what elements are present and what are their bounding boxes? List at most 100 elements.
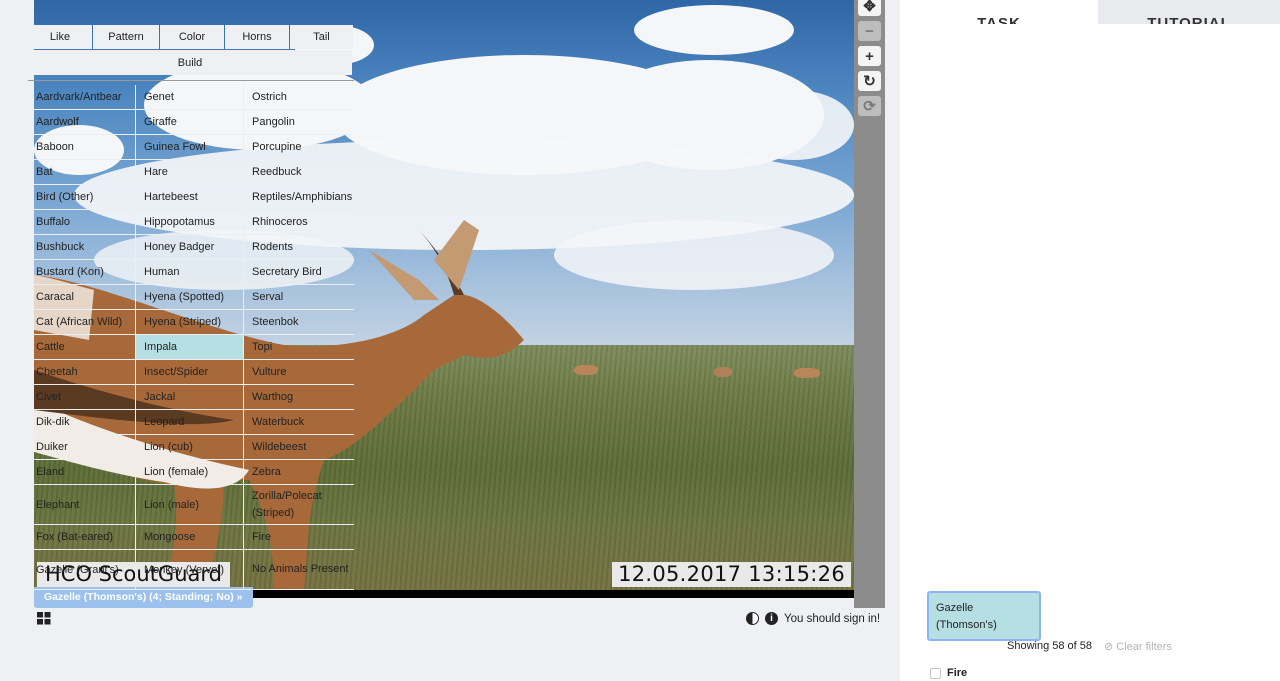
fire-label: Fire — [947, 667, 968, 679]
species-button[interactable]: Fox (Bat-eared) — [28, 525, 136, 549]
species-button[interactable]: Mongoose — [136, 525, 244, 549]
tab-tutorial[interactable]: TUTORIAL — [1098, 0, 1280, 24]
species-button[interactable]: Fire — [244, 525, 352, 549]
species-button[interactable]: Rodents — [244, 235, 352, 259]
species-button-selected[interactable]: Gazelle (Thomson's) — [927, 591, 1041, 641]
species-button[interactable]: Duiker — [28, 435, 136, 459]
species-button[interactable]: Lion (male) — [136, 485, 244, 524]
filter-horns-button[interactable]: Horns — [225, 25, 289, 49]
species-button[interactable]: Civet — [28, 385, 136, 409]
species-button[interactable]: Baboon — [28, 135, 136, 159]
species-button[interactable]: Secretary Bird — [244, 260, 352, 284]
info-icon[interactable]: i — [765, 612, 778, 625]
species-row: Cattle Impala Topi — [28, 335, 354, 360]
viewer-controls-strip — [854, 0, 885, 608]
signin-notice: i You should sign in! — [746, 612, 880, 625]
filter-color-button[interactable]: Color — [160, 25, 224, 49]
species-button[interactable]: Impala — [136, 335, 244, 359]
filter-like-button[interactable]: Like — [28, 25, 92, 49]
species-button[interactable]: Topi — [244, 335, 352, 359]
grid-icon[interactable] — [37, 612, 51, 625]
species-button[interactable]: No Animals Present — [244, 550, 352, 589]
selected-species-tag[interactable]: Gazelle (Thomson's) (4; Standing; No) » — [34, 587, 253, 608]
species-button[interactable]: Rhinoceros — [244, 210, 352, 234]
species-list: Aardvark/Antbear Genet Ostrich Aardwolf Gira… — [28, 85, 354, 590]
species-button[interactable]: Serval — [244, 285, 352, 309]
species-row: Aardvark/Antbear Genet Ostrich — [28, 85, 354, 110]
species-row: Gazelle (Grant's) Monkey (Vervet) No Anima… — [28, 550, 354, 590]
species-button[interactable]: Bushbuck — [28, 235, 136, 259]
species-button[interactable]: Cattle — [28, 335, 136, 359]
species-button[interactable]: Guinea Fowl — [136, 135, 244, 159]
species-button[interactable]: Ostrich — [244, 85, 352, 109]
reset-icon[interactable]: ⟳ — [858, 96, 881, 116]
species-row: Bustard (Kori) Human Secretary Bird — [28, 260, 354, 285]
species-button[interactable]: Cheetah — [28, 360, 136, 384]
species-button[interactable]: Aardwolf — [28, 110, 136, 134]
filter-tail-button[interactable]: Tail — [290, 25, 353, 49]
species-button[interactable]: Gazelle (Grant's) — [28, 550, 136, 589]
rotate-icon[interactable]: ↻ — [858, 71, 881, 91]
tab-task[interactable]: TASK — [900, 0, 1098, 24]
species-button[interactable]: Honey Badger — [136, 235, 244, 259]
species-button[interactable]: Reedbuck — [244, 160, 352, 184]
species-button[interactable]: Insect/Spider — [136, 360, 244, 384]
species-row: Civet Jackal Warthog — [28, 385, 354, 410]
species-button[interactable]: Eland — [28, 460, 136, 484]
species-button[interactable]: Vulture — [244, 360, 352, 384]
species-button[interactable]: Lion (female) — [136, 460, 244, 484]
species-button[interactable]: Elephant — [28, 485, 136, 524]
species-row: Duiker Lion (cub) Wildebeest — [28, 435, 354, 460]
species-filters: Like Pattern Color Horns Tail Build — [28, 25, 354, 75]
species-button[interactable]: Bird (Other) — [28, 185, 136, 209]
species-button[interactable]: Reptiles/Amphibians — [244, 185, 352, 209]
species-row: Bushbuck Honey Badger Rodents — [28, 235, 354, 260]
contrast-icon[interactable] — [746, 612, 759, 625]
filter-build-button[interactable]: Build — [28, 50, 352, 75]
species-button[interactable]: Hyena (Striped) — [136, 310, 244, 334]
fire-checkbox[interactable] — [930, 667, 941, 679]
species-button[interactable]: Bat — [28, 160, 136, 184]
species-button[interactable]: Leopard — [136, 410, 244, 434]
species-button[interactable]: Steenbok — [244, 310, 352, 334]
species-row: Cheetah Insect/Spider Vulture — [28, 360, 354, 385]
species-button[interactable]: Pangolin — [244, 110, 352, 134]
species-button[interactable]: Buffalo — [28, 210, 136, 234]
species-button[interactable]: Bustard (Kori) — [28, 260, 136, 284]
species-button[interactable]: Hartebeest — [136, 185, 244, 209]
species-button[interactable]: Human — [136, 260, 244, 284]
species-button[interactable]: Lion (cub) — [136, 435, 244, 459]
species-button[interactable]: Porcupine — [244, 135, 352, 159]
species-button[interactable]: Aardvark/Antbear — [28, 85, 136, 109]
species-button[interactable]: Dik-dik — [28, 410, 136, 434]
species-row: Cat (African Wild) Hyena (Striped) Steenbo… — [28, 310, 354, 335]
clear-filters-link[interactable]: ⊘ Clear filters — [1104, 640, 1172, 653]
species-row: Caracal Hyena (Spotted) Serval — [28, 285, 354, 310]
species-row: Elephant Lion (male) Zorilla/Polecat (Stri… — [28, 485, 354, 525]
species-button[interactable]: Zebra — [244, 460, 352, 484]
zoom-in-icon[interactable]: + — [858, 46, 881, 66]
species-button[interactable]: Waterbuck — [244, 410, 352, 434]
move-icon[interactable]: ✥ — [858, 0, 881, 16]
showing-count: Showing 58 of 58 — [1007, 640, 1093, 652]
species-button[interactable]: Genet — [136, 85, 244, 109]
species-button[interactable]: Hyena (Spotted) — [136, 285, 244, 309]
species-button[interactable]: Giraffe — [136, 110, 244, 134]
species-row: Dik-dik Leopard Waterbuck — [28, 410, 354, 435]
species-row: Bird (Other) Hartebeest Reptiles/Amphibian… — [28, 185, 354, 210]
species-button[interactable]: Cat (African Wild) — [28, 310, 136, 334]
species-button[interactable]: Caracal — [28, 285, 136, 309]
species-button[interactable]: Hare — [136, 160, 244, 184]
species-button[interactable]: Wildebeest — [244, 435, 352, 459]
species-button[interactable]: Monkey (Vervet) — [136, 550, 244, 589]
zoom-out-icon[interactable]: − — [858, 21, 881, 41]
classification-panel: TASK TUTORIAL — [900, 0, 1280, 681]
species-row: Aardwolf Giraffe Pangolin — [28, 110, 354, 135]
filter-pattern-button[interactable]: Pattern — [93, 25, 159, 49]
species-button[interactable]: Warthog — [244, 385, 352, 409]
species-button[interactable]: Zorilla/Polecat (Striped) — [244, 485, 352, 524]
timestamp-caption: 12.05.2017 13:15:26 — [612, 562, 851, 587]
species-button[interactable]: Hippopotamus — [136, 210, 244, 234]
fire-option[interactable]: Fire — [930, 667, 967, 679]
species-button[interactable]: Jackal — [136, 385, 244, 409]
